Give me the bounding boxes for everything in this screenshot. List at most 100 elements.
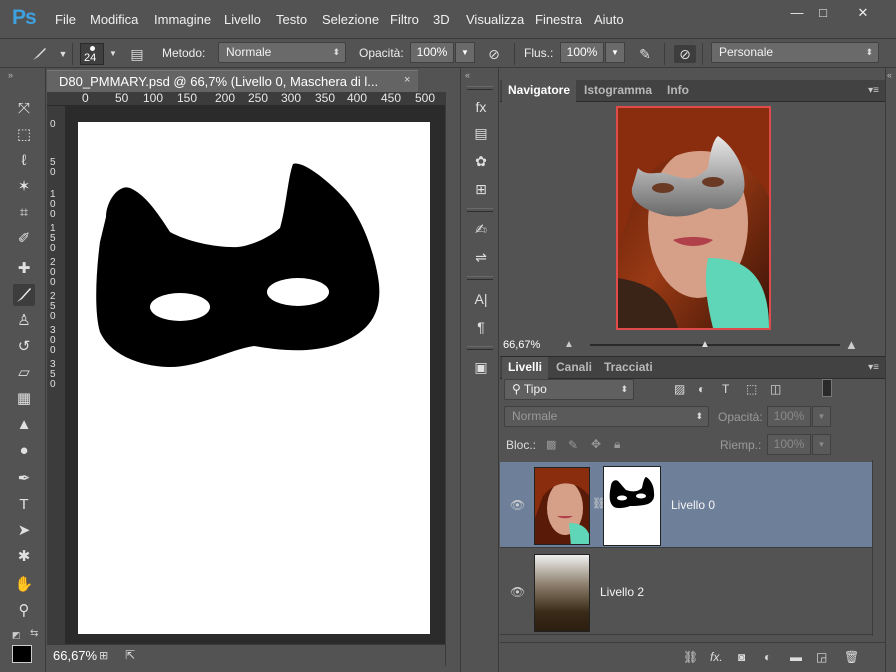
brush-size-picker[interactable]: 24 <box>80 43 104 65</box>
tab-info[interactable]: Info <box>661 80 695 102</box>
visibility-eye-icon[interactable]: 👁︎ <box>510 498 525 512</box>
document-canvas[interactable] <box>78 122 430 634</box>
tool-preset-arrow-icon[interactable]: ▼ <box>54 45 72 63</box>
flow-arrow-icon[interactable]: ▼ <box>605 42 625 63</box>
navigator-preview[interactable] <box>616 106 771 330</box>
blend-mode-dropdown[interactable]: Normale ⬍ <box>504 406 709 427</box>
fill-input[interactable]: 100% <box>767 434 811 455</box>
navigator-zoom-value[interactable]: 66,67% <box>503 339 540 351</box>
opacity-input[interactable]: 100% <box>410 42 454 63</box>
path-selection-tool-icon[interactable]: ➤ <box>13 520 35 542</box>
menu-file[interactable]: File <box>55 12 76 27</box>
layer-thumbnail[interactable] <box>534 554 590 632</box>
swap-colors-icon[interactable]: ⇆ <box>30 628 38 639</box>
layer-opacity-arrow-icon[interactable]: ▼ <box>812 406 831 427</box>
brush-tool-icon[interactable] <box>30 45 48 63</box>
navigator-zoom-slider[interactable]: ▲ <box>590 339 840 350</box>
menu-finestra[interactable]: Finestra <box>535 12 582 27</box>
close-document-icon[interactable]: × <box>404 74 410 86</box>
layer-name[interactable]: Livello 2 <box>600 585 644 599</box>
eyedropper-tool-icon[interactable]: ✐ <box>13 228 35 250</box>
panel-expand-icon[interactable]: « <box>887 70 892 80</box>
tab-navigator[interactable]: Navigatore <box>502 80 577 102</box>
panel-collapse-icon[interactable]: » <box>8 70 13 80</box>
menu-livello[interactable]: Livello <box>224 12 261 27</box>
eraser-tool-icon[interactable]: ▱ <box>13 362 35 384</box>
fill-arrow-icon[interactable]: ▼ <box>812 434 831 455</box>
menu-selezione[interactable]: Selezione <box>322 12 379 27</box>
lock-all-icon[interactable]: 🔒︎ <box>614 437 620 452</box>
lock-transparency-icon[interactable]: ▩ <box>546 438 556 451</box>
type-tool-icon[interactable]: T <box>13 494 35 516</box>
menu-immagine[interactable]: Immagine <box>154 12 211 27</box>
doc-info-icon[interactable]: ⊞ <box>99 649 108 662</box>
layers-scrollbar[interactable] <box>872 460 885 636</box>
airbrush-icon[interactable]: ✎ <box>636 45 654 63</box>
lock-image-icon[interactable]: ✎ <box>568 438 578 452</box>
default-colors-icon[interactable]: ◩ <box>12 630 21 641</box>
foreground-color-swatch[interactable] <box>12 645 32 663</box>
document-tab[interactable]: D80_PMMARY.psd @ 66,7% (Livello 0, Masch… <box>47 70 418 92</box>
clone-stamp-tool-icon[interactable]: ♙ <box>13 310 35 332</box>
flow-input[interactable]: 100% <box>560 42 604 63</box>
zoom-level[interactable]: 66,67% <box>53 648 97 663</box>
pressure-opacity-icon[interactable]: ⊘ <box>485 45 503 63</box>
hand-tool-icon[interactable]: ✋ <box>13 574 35 596</box>
pressure-size-icon[interactable]: ⊘ <box>674 45 696 63</box>
properties-icon[interactable]: ▤ <box>470 122 492 144</box>
menu-filtro[interactable]: Filtro <box>390 12 419 27</box>
layer-filter-dropdown[interactable]: ⚲ Tipo ⬍ <box>504 379 634 400</box>
menu-3d[interactable]: 3D <box>433 12 450 27</box>
lock-position-icon[interactable]: ✥ <box>591 437 601 451</box>
actions-icon[interactable]: fx <box>470 96 492 118</box>
menu-visualizza[interactable]: Visualizza <box>466 12 524 27</box>
zoom-tool-icon[interactable]: ⚲ <box>13 600 35 622</box>
menu-testo[interactable]: Testo <box>276 12 307 27</box>
layer-thumbnail[interactable] <box>534 467 590 545</box>
layer-opacity-input[interactable]: 100% <box>767 406 811 427</box>
filter-shape-icon[interactable]: ⬚ <box>746 382 757 396</box>
lasso-tool-icon[interactable]: ℓ <box>13 150 35 172</box>
marquee-tool-icon[interactable]: ⬚ <box>13 124 35 146</box>
history-brush-tool-icon[interactable]: ↺ <box>13 336 35 358</box>
visibility-eye-icon[interactable]: 👁︎ <box>510 585 525 599</box>
tab-channels[interactable]: Canali <box>550 357 598 379</box>
tab-paths[interactable]: Tracciati <box>598 357 659 379</box>
document-scrollbar[interactable] <box>445 92 459 666</box>
gradient-tool-icon[interactable]: ▦ <box>13 388 35 410</box>
filter-toggle[interactable] <box>822 379 832 397</box>
notes-icon[interactable]: ▣ <box>470 356 492 378</box>
brush-tool-icon[interactable] <box>13 284 35 306</box>
dock-collapse-icon[interactable]: « <box>465 70 470 80</box>
filter-smart-object-icon[interactable]: ◫ <box>770 382 781 396</box>
menu-aiuto[interactable]: Aiuto <box>594 12 624 27</box>
swatches-icon[interactable]: ✿ <box>470 150 492 172</box>
magic-wand-tool-icon[interactable]: ✶ <box>13 176 35 198</box>
workspace-dropdown[interactable]: Personale ⬍ <box>711 42 879 63</box>
folder-icon[interactable]: ▬ <box>790 650 802 664</box>
mode-dropdown[interactable]: Normale ⬍ <box>218 42 346 63</box>
layer-row[interactable]: 👁︎ ⛓︎ Livello 0 <box>500 462 872 548</box>
grid-icon[interactable]: ⊞ <box>470 178 492 200</box>
brush-size-arrow-icon[interactable]: ▼ <box>104 45 122 63</box>
adjustment-icon[interactable]: ◐ <box>764 650 771 664</box>
filter-adjustment-icon[interactable]: ◐ <box>698 382 705 396</box>
close-window-button[interactable]: ✕ <box>848 4 878 22</box>
trash-icon[interactable]: 🗑︎ <box>844 650 859 664</box>
brushes-icon[interactable]: ✍ <box>470 218 492 240</box>
menu-modifica[interactable]: Modifica <box>90 12 138 27</box>
dodge-tool-icon[interactable]: ● <box>13 440 35 462</box>
layer-row[interactable]: 👁︎ Livello 2 <box>500 549 872 635</box>
brush-presets-icon[interactable]: ⇌ <box>470 246 492 268</box>
share-icon[interactable]: ⇱ <box>125 648 135 662</box>
panel-menu-icon[interactable]: ▾≡ <box>868 85 879 96</box>
link-icon[interactable]: ⛓︎ <box>683 650 698 664</box>
tab-histogram[interactable]: Istogramma <box>578 80 658 102</box>
mask-icon[interactable]: ◙ <box>738 650 745 664</box>
shape-tool-icon[interactable]: ✱ <box>13 546 35 568</box>
tab-layers[interactable]: Livelli <box>502 357 549 379</box>
new-layer-icon[interactable]: ◲ <box>816 650 827 664</box>
pen-tool-icon[interactable]: ✒ <box>13 468 35 490</box>
maximize-button[interactable]: □ <box>808 4 838 22</box>
brush-panel-toggle-icon[interactable]: ▤ <box>128 45 146 63</box>
